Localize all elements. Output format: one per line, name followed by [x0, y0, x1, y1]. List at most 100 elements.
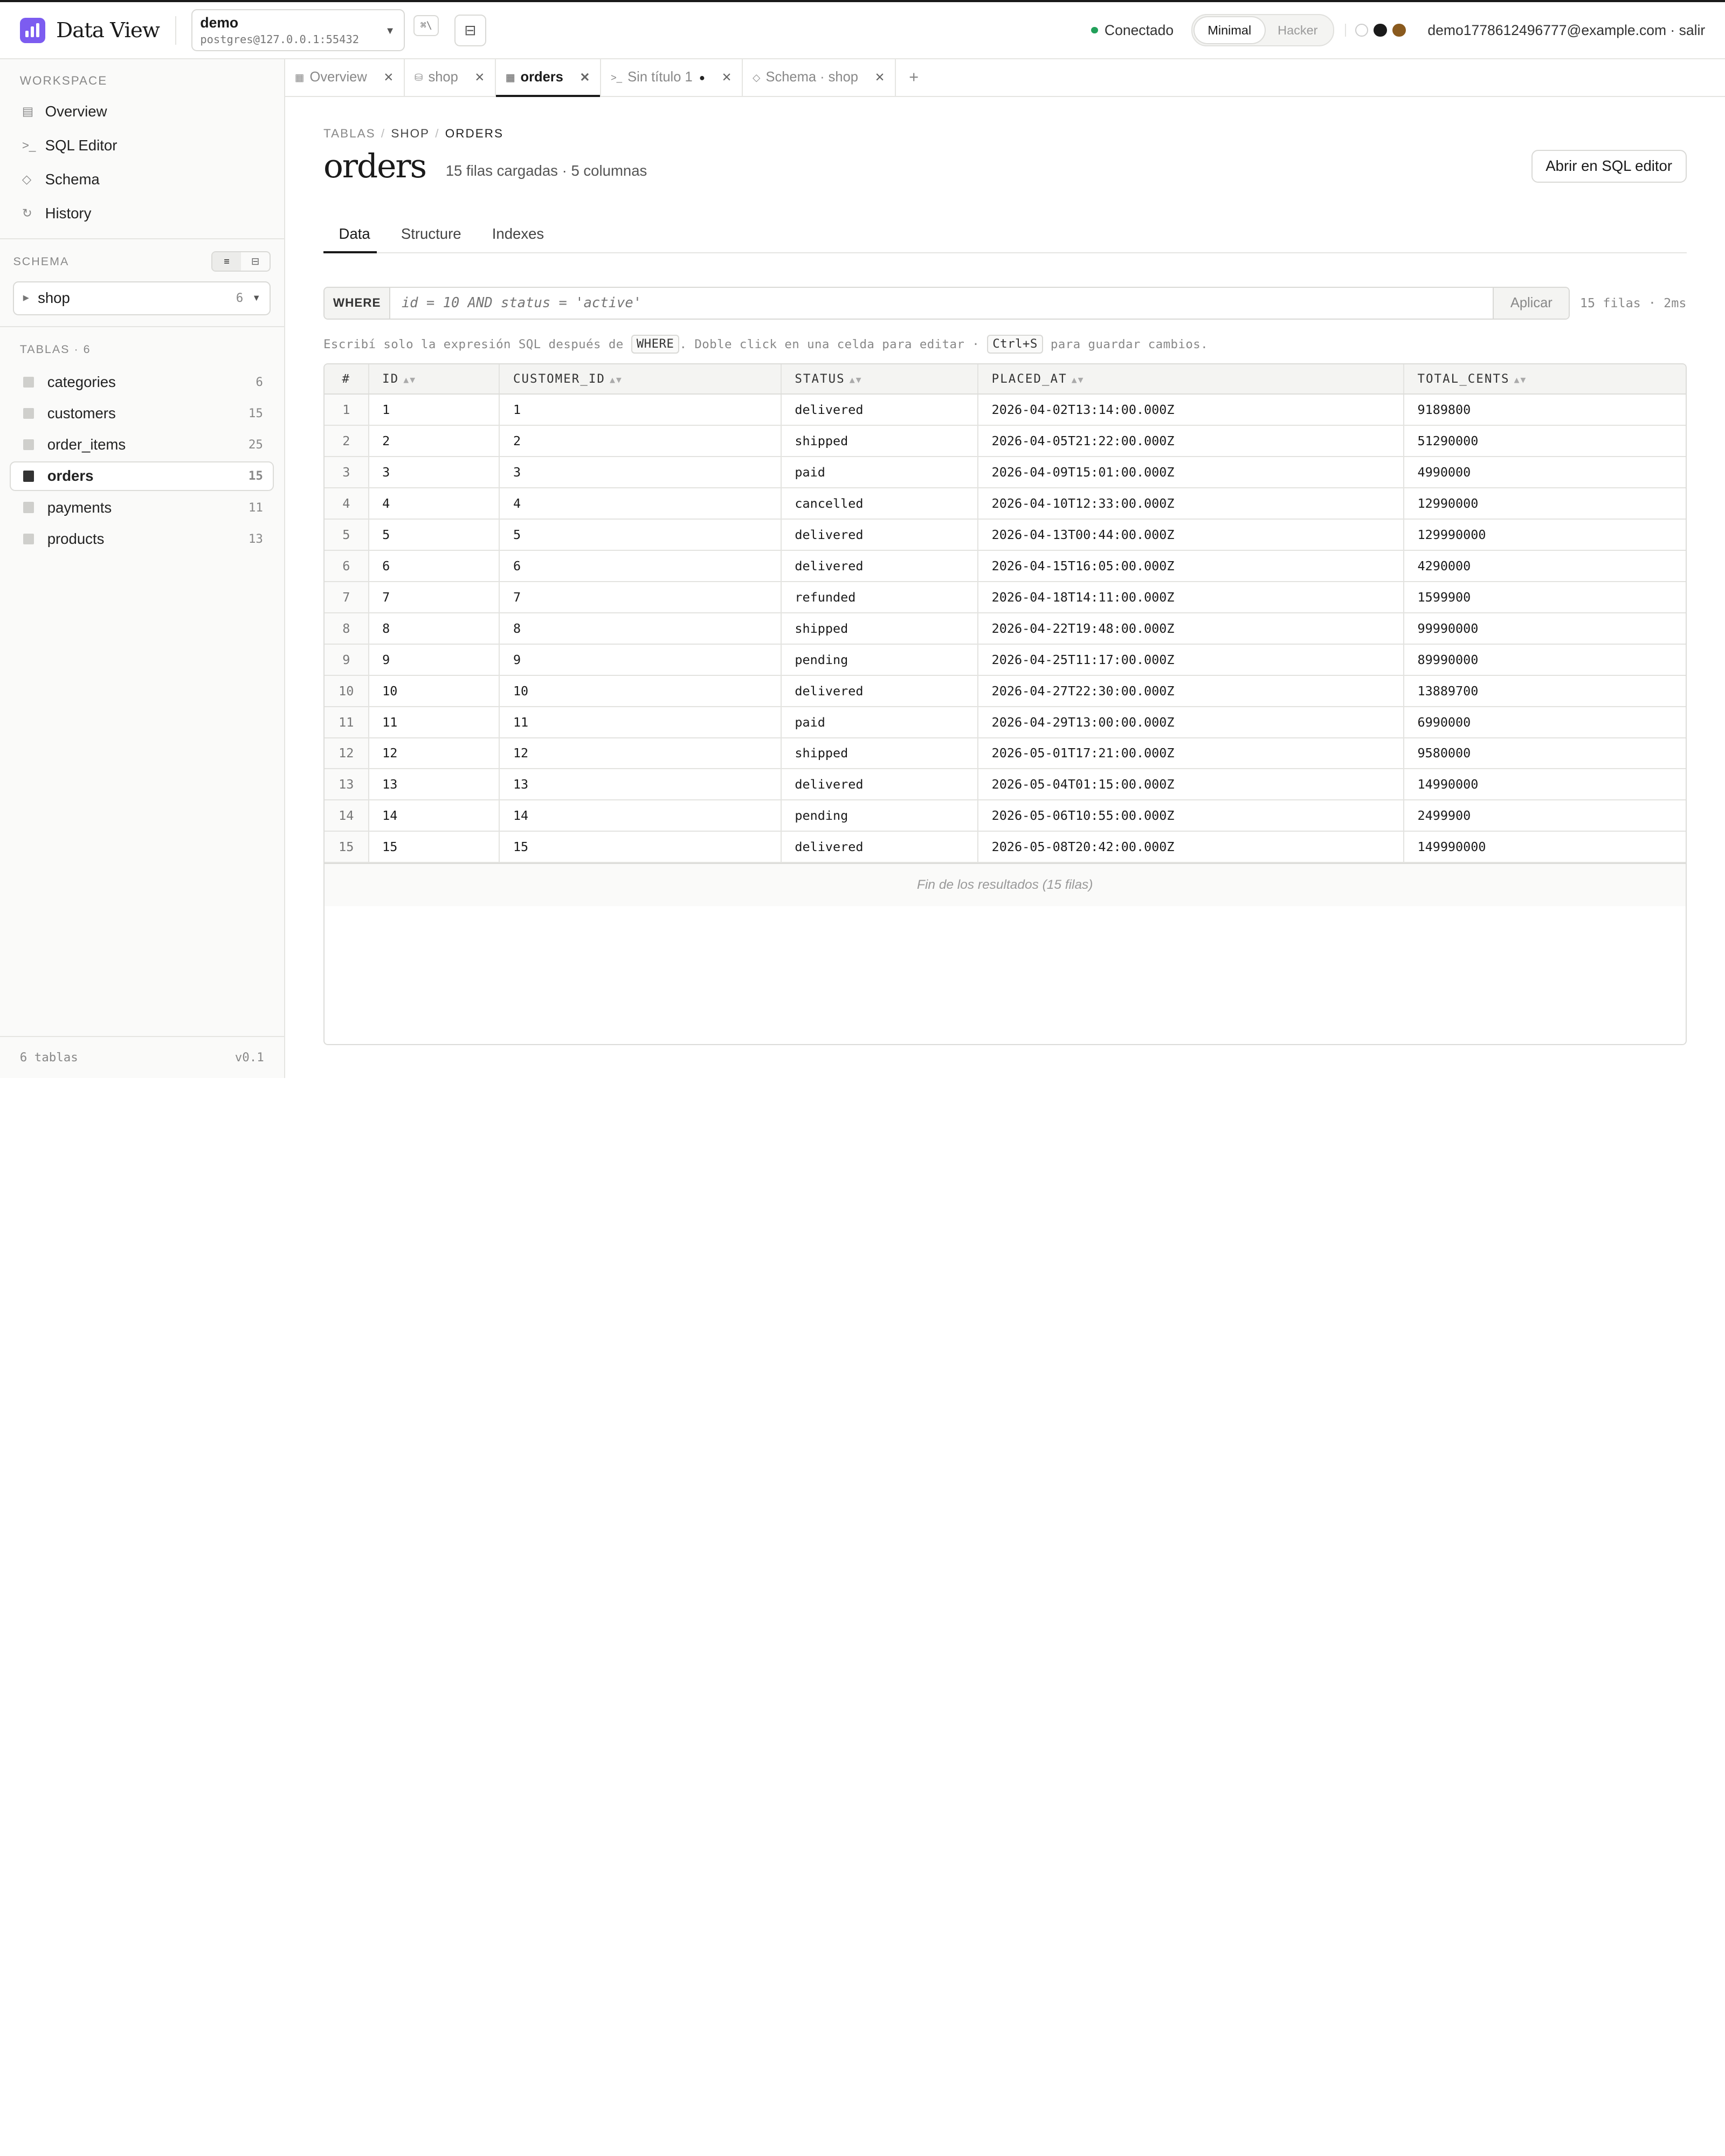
open-in-sql-editor-button[interactable]: Abrir en SQL editor: [1531, 149, 1687, 183]
breadcrumb-item[interactable]: SHOP: [391, 127, 430, 140]
sidebar-table-categories[interactable]: categories 6: [10, 367, 274, 397]
table-cell[interactable]: 2026-05-08T20:42:00.000Z: [978, 831, 1404, 863]
sidebar-table-products[interactable]: products 13: [10, 524, 274, 554]
table-cell[interactable]: 1: [499, 394, 782, 426]
table-cell[interactable]: 2026-04-05T21:22:00.000Z: [978, 425, 1404, 457]
table-cell[interactable]: 15: [368, 831, 500, 863]
table-cell[interactable]: 12: [368, 737, 500, 770]
user-logout-link[interactable]: demo1778612496777@example.com · salir: [1427, 22, 1705, 39]
sort-icon[interactable]: ▲▼: [1072, 375, 1085, 385]
sort-icon[interactable]: ▲▼: [850, 375, 862, 385]
swatch-black[interactable]: [1374, 23, 1387, 37]
table-cell[interactable]: 2026-04-29T13:00:00.000Z: [978, 706, 1404, 738]
list-view-icon[interactable]: ≡: [212, 252, 242, 271]
table-cell[interactable]: 2026-05-06T10:55:00.000Z: [978, 800, 1404, 832]
tab-sin-t-tulo-1[interactable]: >_ Sin título 1 ● ✕: [601, 59, 743, 96]
table-cell[interactable]: 3: [499, 456, 782, 488]
sidebar-item-overview[interactable]: ▤ Overview: [0, 94, 284, 128]
table-cell[interactable]: delivered: [781, 675, 979, 707]
shortcut-hint-button[interactable]: ⌘\: [413, 15, 439, 37]
sidebar-item-history[interactable]: ↻ History: [0, 197, 284, 231]
table-cell[interactable]: shipped: [781, 737, 979, 770]
table-cell[interactable]: pending: [781, 800, 979, 832]
table-cell[interactable]: 4: [499, 487, 782, 520]
table-cell[interactable]: 13: [499, 769, 782, 801]
sidebar-item-sql-editor[interactable]: >_ SQL Editor: [0, 128, 284, 162]
table-cell[interactable]: 2026-04-02T13:14:00.000Z: [978, 394, 1404, 426]
table-cell[interactable]: 9: [499, 644, 782, 676]
sidebar-table-customers[interactable]: customers 15: [10, 399, 274, 429]
table-cell[interactable]: 5: [499, 519, 782, 551]
sort-icon[interactable]: ▲▼: [403, 375, 416, 385]
sidebar-table-payments[interactable]: payments 11: [10, 493, 274, 522]
table-cell[interactable]: 2: [368, 425, 500, 457]
column-header[interactable]: CUSTOMER_ID ▲▼: [499, 364, 782, 395]
table-cell[interactable]: 4: [368, 487, 500, 520]
table-cell[interactable]: 12: [499, 737, 782, 770]
table-cell[interactable]: 2026-04-13T00:44:00.000Z: [978, 519, 1404, 551]
table-cell[interactable]: 13889700: [1403, 675, 1686, 707]
table-cell[interactable]: 1: [368, 394, 500, 426]
column-header[interactable]: ID ▲▼: [368, 364, 500, 395]
table-cell[interactable]: 14: [499, 800, 782, 832]
tab-data[interactable]: Data: [323, 215, 377, 254]
table-cell[interactable]: 2026-05-01T17:21:00.000Z: [978, 737, 1404, 770]
table-cell[interactable]: 7: [499, 581, 782, 613]
table-cell[interactable]: paid: [781, 456, 979, 488]
column-header[interactable]: PLACED_AT ▲▼: [978, 364, 1404, 395]
table-cell[interactable]: 99990000: [1403, 612, 1686, 645]
sort-icon[interactable]: ▲▼: [610, 375, 623, 385]
table-cell[interactable]: 2026-04-10T12:33:00.000Z: [978, 487, 1404, 520]
table-cell[interactable]: shipped: [781, 425, 979, 457]
table-row[interactable]: 2 2 2 shipped 2026-04-05T21:22:00.000Z 512900…: [324, 425, 1686, 457]
table-cell[interactable]: 3: [368, 456, 500, 488]
close-icon[interactable]: ✕: [722, 71, 732, 85]
sidebar-table-order-items[interactable]: order_items 25: [10, 430, 274, 460]
table-cell[interactable]: delivered: [781, 394, 979, 426]
table-cell[interactable]: 9189800: [1403, 394, 1686, 426]
grid-view-icon[interactable]: ⊟: [241, 252, 270, 271]
table-cell[interactable]: 6: [368, 550, 500, 582]
table-cell[interactable]: 51290000: [1403, 425, 1686, 457]
table-cell[interactable]: 2026-04-22T19:48:00.000Z: [978, 612, 1404, 645]
sidebar-table-orders[interactable]: orders 15: [10, 461, 274, 491]
table-cell[interactable]: 11: [368, 706, 500, 738]
table-cell[interactable]: 2: [499, 425, 782, 457]
table-cell[interactable]: paid: [781, 706, 979, 738]
table-cell[interactable]: 10: [368, 675, 500, 707]
table-cell[interactable]: 5: [368, 519, 500, 551]
app-logo[interactable]: Data View: [19, 17, 160, 43]
table-row[interactable]: 5 5 5 delivered 2026-04-13T00:44:00.000Z 1299…: [324, 519, 1686, 551]
table-row[interactable]: 15 15 15 delivered 2026-05-08T20:42:00.000Z 1…: [324, 831, 1686, 863]
table-cell[interactable]: 2026-04-18T14:11:00.000Z: [978, 581, 1404, 613]
breadcrumb-item[interactable]: TABLAS: [323, 127, 376, 140]
table-cell[interactable]: 1599900: [1403, 581, 1686, 613]
table-cell[interactable]: 14: [368, 800, 500, 832]
new-tab-button[interactable]: +: [896, 59, 932, 95]
sidebar-item-schema[interactable]: ◇ Schema: [0, 162, 284, 196]
toggle-panel-button[interactable]: ⊟: [454, 14, 486, 46]
tab-schema-shop[interactable]: ◇ Schema · shop ✕: [743, 59, 896, 96]
table-row[interactable]: 12 12 12 shipped 2026-05-01T17:21:00.000Z 958…: [324, 737, 1686, 770]
tab-orders[interactable]: ▦ orders ✕: [495, 59, 601, 97]
tab-structure[interactable]: Structure: [385, 215, 468, 252]
table-cell[interactable]: pending: [781, 644, 979, 676]
table-row[interactable]: 10 10 10 delivered 2026-04-27T22:30:00.000Z 1…: [324, 675, 1686, 707]
table-cell[interactable]: 129990000: [1403, 519, 1686, 551]
table-cell[interactable]: 2026-04-27T22:30:00.000Z: [978, 675, 1404, 707]
table-cell[interactable]: 2026-04-25T11:17:00.000Z: [978, 644, 1404, 676]
table-cell[interactable]: 4290000: [1403, 550, 1686, 582]
close-icon[interactable]: ✕: [579, 71, 590, 85]
table-cell[interactable]: cancelled: [781, 487, 979, 520]
table-cell[interactable]: 15: [499, 831, 782, 863]
table-cell[interactable]: 2499900: [1403, 800, 1686, 832]
column-header[interactable]: #: [324, 364, 369, 395]
table-cell[interactable]: delivered: [781, 519, 979, 551]
theme-option-minimal[interactable]: Minimal: [1194, 17, 1265, 43]
table-cell[interactable]: delivered: [781, 769, 979, 801]
table-row[interactable]: 11 11 11 paid 2026-04-29T13:00:00.000Z 699000…: [324, 706, 1686, 738]
table-row[interactable]: 13 13 13 delivered 2026-05-04T01:15:00.000Z 1…: [324, 769, 1686, 801]
table-cell[interactable]: 8: [368, 612, 500, 645]
table-row[interactable]: 1 1 1 delivered 2026-04-02T13:14:00.000Z 9189…: [324, 394, 1686, 426]
table-cell[interactable]: refunded: [781, 581, 979, 613]
